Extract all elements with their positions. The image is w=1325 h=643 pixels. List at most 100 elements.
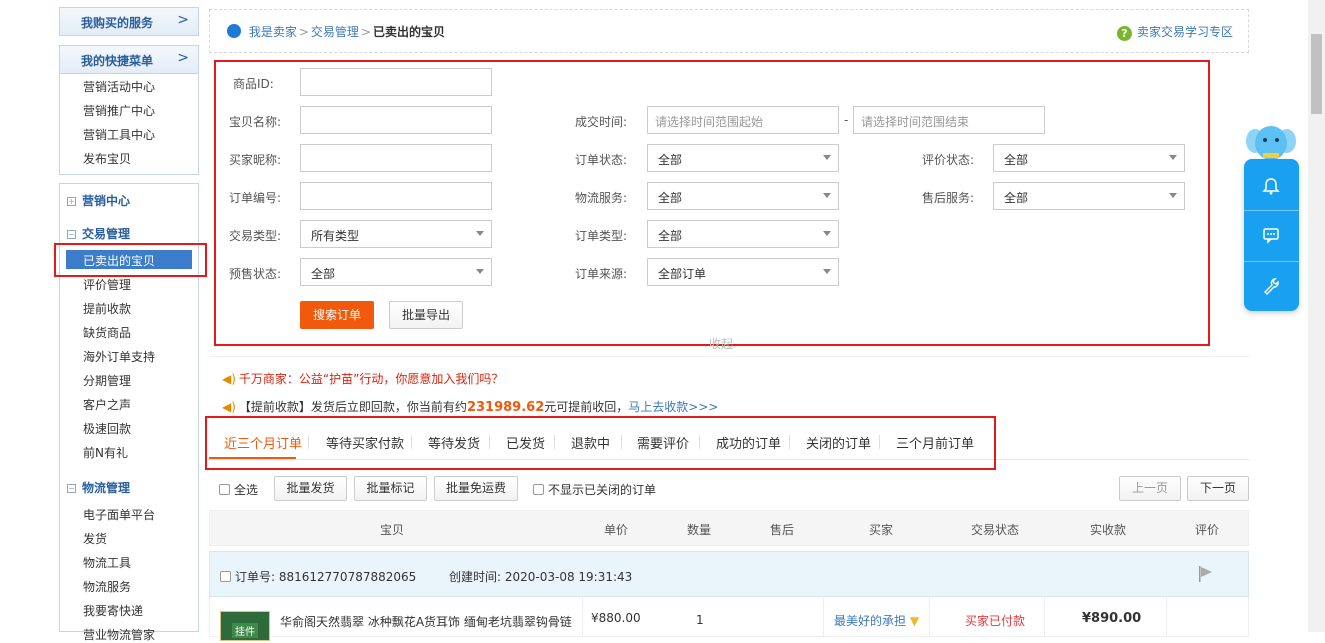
bought-services-label: 我购买的服务 bbox=[81, 16, 154, 30]
product-id-input[interactable] bbox=[300, 68, 492, 96]
highlight-box-tabs bbox=[205, 416, 996, 470]
search-orders-button[interactable]: 搜索订单 bbox=[300, 301, 374, 329]
caret-down-icon bbox=[823, 231, 831, 236]
message-icon[interactable] bbox=[1261, 225, 1281, 245]
page-scrollbar[interactable] bbox=[1308, 0, 1325, 632]
checkbox-icon bbox=[220, 571, 231, 582]
notice-campaign[interactable]: ◀) 千万商家：公益“护苗”行动，你愿意加入我们吗？ bbox=[222, 370, 503, 387]
help-link-label: 卖家交易学习专区 bbox=[1136, 25, 1233, 39]
order-type-select[interactable]: 全部 bbox=[647, 220, 839, 248]
sidebar-group-logistics[interactable]: − 物流管理 bbox=[67, 479, 130, 496]
filter-icon: ▼ bbox=[909, 614, 920, 628]
batch-mark-button[interactable]: 批量标记 bbox=[354, 476, 427, 501]
next-page-button[interactable]: 下一页 bbox=[1187, 476, 1249, 501]
order-source-value: 全部订单 bbox=[658, 267, 707, 281]
sidebar-item-marketing-tools[interactable]: 营销工具中心 bbox=[83, 126, 155, 143]
review-status-select[interactable]: 全部 bbox=[993, 144, 1185, 172]
col-review: 评价 bbox=[1195, 523, 1220, 537]
batch-ship-button[interactable]: 批量发货 bbox=[274, 476, 347, 501]
scrollbar-thumb[interactable] bbox=[1311, 34, 1322, 114]
quick-menu-header[interactable]: 我的快捷菜单 > bbox=[59, 45, 199, 74]
item-name-label: 宝贝名称: bbox=[229, 115, 282, 129]
order-status-select[interactable]: 全部 bbox=[647, 144, 839, 172]
breadcrumb-seller[interactable]: 我是卖家 bbox=[249, 25, 297, 39]
item-name-input[interactable] bbox=[300, 106, 492, 134]
sidebar-item-fast-payback[interactable]: 极速回款 bbox=[83, 420, 131, 437]
trade-type-select[interactable]: 所有类型 bbox=[300, 220, 492, 248]
checkbox-icon bbox=[533, 484, 544, 495]
sidebar-group-marketing[interactable]: + 营销中心 bbox=[67, 192, 130, 209]
order-type-label: 订单类型: bbox=[575, 229, 628, 243]
sidebar-item-early-collect[interactable]: 提前收款 bbox=[83, 300, 131, 317]
speaker-icon: ◀) bbox=[222, 372, 236, 386]
select-all-checkbox[interactable]: 全选 bbox=[219, 481, 258, 498]
collect-now-link[interactable]: 马上去收款>>> bbox=[628, 400, 718, 414]
buyer-nick-label: 买家昵称: bbox=[229, 153, 282, 167]
sidebar-item-installment[interactable]: 分期管理 bbox=[83, 372, 131, 389]
breadcrumb-bar: 我是卖家 > 交易管理 > 已卖出的宝贝 ? 卖家交易学习专区 bbox=[209, 9, 1249, 53]
sidebar-group-trade[interactable]: − 交易管理 bbox=[67, 225, 130, 242]
sidebar-item-customer-voice[interactable]: 客户之声 bbox=[83, 396, 131, 413]
col-buyer: 买家 bbox=[869, 523, 894, 537]
caret-down-icon bbox=[1169, 193, 1177, 198]
buyer-link[interactable]: 最美好的承担 ▼ bbox=[834, 612, 919, 629]
sidebar-item-overseas[interactable]: 海外订单支持 bbox=[83, 348, 155, 365]
batch-free-shipping-button[interactable]: 批量免运费 bbox=[434, 476, 518, 501]
presale-select[interactable]: 全部 bbox=[300, 258, 492, 286]
bell-icon[interactable] bbox=[1261, 176, 1281, 196]
sidebar-item-logistics-tools[interactable]: 物流工具 bbox=[83, 554, 131, 571]
buyer-nick-input[interactable] bbox=[300, 144, 492, 172]
item-thumbnail-text: 挂件 bbox=[232, 623, 258, 638]
sidebar-item-e-waybill[interactable]: 电子面单平台 bbox=[83, 506, 155, 523]
wrench-icon[interactable] bbox=[1261, 276, 1281, 296]
sidebar-group-logistics-label: 物流管理 bbox=[82, 481, 131, 495]
help-link[interactable]: ? 卖家交易学习专区 bbox=[1116, 23, 1233, 41]
caret-down-icon bbox=[476, 269, 484, 274]
elephant-mascot-icon[interactable] bbox=[1245, 123, 1297, 163]
breadcrumb-trade[interactable]: 交易管理 bbox=[311, 25, 359, 39]
item-qty: 1 bbox=[696, 613, 704, 627]
select-all-label: 全选 bbox=[234, 483, 259, 497]
breadcrumb-current: 已卖出的宝贝 bbox=[372, 25, 445, 39]
sidebar-group-trade-label: 交易管理 bbox=[82, 227, 131, 241]
item-thumbnail[interactable]: 挂件 bbox=[220, 611, 270, 641]
sidebar-item-ship[interactable]: 发货 bbox=[83, 530, 107, 547]
sidebar-item-first-n-gift[interactable]: 前N有礼 bbox=[83, 444, 128, 461]
caret-down-icon bbox=[823, 193, 831, 198]
batch-export-button[interactable]: 批量导出 bbox=[389, 301, 463, 329]
item-title-link[interactable]: 华俞阁天然翡翠 冰种飘花A货耳饰 缅甸老坑翡翠钩骨链 bbox=[280, 613, 580, 630]
presale-label: 预售状态: bbox=[229, 267, 282, 281]
chevron-right-icon: > bbox=[177, 12, 189, 28]
time-start-input[interactable]: 请选择时间范围起始 bbox=[647, 106, 839, 134]
time-end-input[interactable]: 请选择时间范围结束 bbox=[853, 106, 1045, 134]
order-checkbox[interactable]: 订单号: 881612770787882065 bbox=[220, 568, 416, 585]
logistics-service-select[interactable]: 全部 bbox=[647, 182, 839, 210]
order-source-select[interactable]: 全部订单 bbox=[647, 258, 839, 286]
trade-status: 买家已付款 bbox=[965, 614, 1026, 628]
sidebar-item-publish-item[interactable]: 发布宝贝 bbox=[83, 150, 131, 167]
product-id-label: 商品ID: bbox=[233, 77, 274, 91]
order-no-input[interactable] bbox=[300, 182, 492, 210]
review-status-label: 评价状态: bbox=[922, 153, 975, 167]
order-created-time: 创建时间: 2020-03-08 19:31:43 bbox=[449, 570, 633, 584]
sidebar-item-out-of-stock[interactable]: 缺货商品 bbox=[83, 324, 131, 341]
bought-services-header[interactable]: 我购买的服务 > bbox=[59, 7, 199, 36]
hide-closed-checkbox[interactable]: 不显示已关闭的订单 bbox=[533, 481, 656, 498]
notice-text-mid: 元可提前收回， bbox=[544, 400, 629, 414]
collapse-toggle[interactable]: 收起 bbox=[709, 335, 733, 352]
after-sale-select[interactable]: 全部 bbox=[993, 182, 1185, 210]
sidebar-item-marketing-activity[interactable]: 营销活动中心 bbox=[83, 78, 155, 95]
caret-down-icon bbox=[1169, 155, 1177, 160]
sidebar-item-logistics-service[interactable]: 物流服务 bbox=[83, 578, 131, 595]
sidebar-item-review-manage[interactable]: 评价管理 bbox=[83, 276, 131, 293]
after-sale-value: 全部 bbox=[1004, 191, 1029, 205]
sidebar-item-logistics-manager[interactable]: 营业物流管家 bbox=[83, 626, 155, 643]
caret-down-icon bbox=[476, 231, 484, 236]
prev-page-button[interactable]: 上一页 bbox=[1119, 476, 1181, 501]
caret-down-icon bbox=[823, 269, 831, 274]
flag-icon[interactable] bbox=[1198, 565, 1214, 583]
sidebar-item-send-express[interactable]: 我要寄快递 bbox=[83, 602, 143, 619]
sidebar-item-marketing-promotion[interactable]: 营销推广中心 bbox=[83, 102, 155, 119]
notice-campaign-text: 千万商家：公益“护苗”行动，你愿意加入我们吗？ bbox=[238, 372, 504, 386]
col-qty: 数量 bbox=[687, 523, 712, 537]
